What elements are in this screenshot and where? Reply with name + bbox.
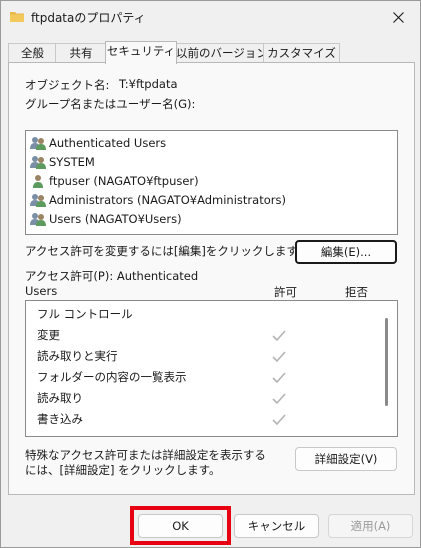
permission-label: アクセス許可(P): Authenticated (25, 269, 199, 283)
edit-button[interactable]: 編集(E)... (295, 240, 397, 264)
tab-previous-versions[interactable]: 以前のバージョン (175, 43, 268, 63)
edit-hint: アクセス許可を変更するには[編集]をクリックします。 (25, 244, 309, 258)
users-icon (30, 156, 46, 169)
permission-row: フル コントロール (37, 307, 133, 321)
apply-button[interactable]: 適用(A) (328, 514, 413, 538)
close-button[interactable] (376, 1, 420, 33)
list-item[interactable]: Administrators (NAGATO¥Administrators) (30, 191, 286, 209)
permission-row: 読み取り (37, 391, 83, 405)
principal-list[interactable]: Authenticated Users SYSTEM ftpuser (NAGA… (25, 130, 398, 235)
list-item[interactable]: SYSTEM (30, 153, 95, 171)
users-icon (30, 213, 46, 226)
list-item-label: Users (NAGATO¥Users) (49, 212, 182, 226)
check-icon (272, 414, 286, 426)
list-item-label: ftpuser (NAGATO¥ftpuser) (49, 174, 199, 188)
permission-row: フォルダーの内容の一覧表示 (37, 370, 187, 384)
permission-row: 読み取りと実行 (37, 349, 118, 363)
properties-dialog: ftpdataのプロパティ 全般 共有 セキュリティ 以前のバージョン カスタマ… (0, 0, 421, 548)
users-icon (30, 194, 46, 207)
allow-column-header: 許可 (274, 285, 297, 299)
check-icon (272, 351, 286, 363)
list-item[interactable]: Authenticated Users (30, 134, 166, 152)
check-icon (272, 393, 286, 405)
cancel-button[interactable]: キャンセル (234, 514, 319, 538)
group-list-label: グループ名またはユーザー名(G): (25, 97, 196, 111)
tab-security[interactable]: セキュリティ (105, 41, 177, 64)
advanced-hint: 特殊なアクセス許可または詳細設定を表示する (25, 448, 266, 462)
tab-general[interactable]: 全般 (8, 43, 57, 63)
list-item-label: Administrators (NAGATO¥Administrators) (49, 193, 286, 207)
permission-label-user: Users (25, 284, 58, 298)
check-icon (272, 372, 286, 384)
object-name-label: オブジェクト名: (25, 78, 110, 92)
folder-icon (10, 12, 24, 22)
tab-customize[interactable]: カスタマイズ (263, 43, 340, 63)
tab-sharing[interactable]: 共有 (55, 43, 107, 63)
advanced-button[interactable]: 詳細設定(V) (295, 447, 397, 471)
list-item[interactable]: ftpuser (NAGATO¥ftpuser) (30, 172, 199, 190)
list-item-label: Authenticated Users (49, 136, 167, 150)
ok-highlight-box (130, 506, 231, 545)
window-title: ftpdataのプロパティ (31, 11, 146, 25)
list-item-label: SYSTEM (49, 155, 95, 169)
list-item[interactable]: Users (NAGATO¥Users) (30, 210, 182, 228)
permission-row: 書き込み (37, 412, 83, 426)
object-name-value: T:¥ftpdata (119, 77, 178, 91)
deny-column-header: 拒否 (345, 285, 368, 299)
permission-list: フル コントロール 変更 読み取りと実行 フォルダーの内容の一覧表示 読み取り … (25, 300, 398, 437)
permission-row: 変更 (37, 328, 60, 342)
advanced-hint-2: には、[詳細設定] をクリックします。 (25, 463, 221, 477)
close-icon (392, 11, 404, 23)
check-icon (272, 330, 286, 342)
users-icon (30, 137, 46, 150)
user-icon (33, 175, 43, 188)
title-bar: ftpdataのプロパティ (1, 1, 420, 33)
security-panel: オブジェクト名: T:¥ftpdata グループ名またはユーザー名(G): Au… (8, 62, 415, 495)
scrollbar[interactable] (385, 318, 388, 406)
